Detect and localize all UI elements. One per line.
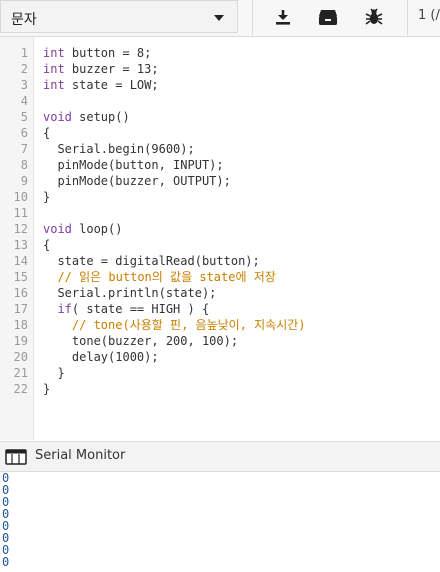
code-line[interactable]: {: [43, 237, 50, 253]
chevron-down-icon: [214, 15, 224, 21]
serial-monitor-icon: [5, 449, 27, 465]
download-icon: [276, 10, 290, 25]
line-number: 2: [20, 62, 28, 76]
line-number: 20: [13, 350, 28, 364]
code-line[interactable]: }: [43, 381, 50, 397]
line-number: 15: [13, 270, 28, 284]
line-number: 22: [13, 382, 28, 396]
line-number: 6: [20, 126, 28, 140]
serial-monitor-title: Serial Monitor: [35, 448, 126, 463]
line-number: 5: [20, 110, 28, 124]
line-number: 9: [20, 174, 28, 188]
serial-output[interactable]: 0 0 0 0 0 0 0 0: [0, 472, 440, 572]
code-line[interactable]: int buzzer = 13;: [43, 61, 159, 77]
code-line[interactable]: pinMode(buzzer, OUTPUT);: [43, 173, 230, 189]
line-number: 1: [20, 46, 28, 60]
code-line[interactable]: pinMode(button, INPUT);: [43, 157, 223, 173]
line-number: 11: [13, 206, 28, 220]
line-number-gutter: 1 2 3 4 5 6 7 8 9 10 11 12 13 14 15 16 1…: [0, 37, 34, 440]
download-button[interactable]: [265, 2, 301, 32]
editor-tab[interactable]: 1 (/: [418, 8, 440, 23]
archive-icon: [319, 10, 337, 25]
code-line[interactable]: // 읽은 button의 값을 state에 저장: [43, 269, 276, 285]
code-line[interactable]: }: [43, 189, 50, 205]
line-number: 10: [13, 190, 28, 204]
code-line[interactable]: if( state == HIGH ) {: [43, 301, 209, 317]
bug-icon: [365, 8, 383, 25]
mode-dropdown[interactable]: 문자: [0, 0, 238, 33]
code-line[interactable]: int button = 8;: [43, 45, 151, 61]
code-line[interactable]: int state = LOW;: [43, 77, 159, 93]
line-number: 17: [13, 302, 28, 316]
code-line[interactable]: state = digitalRead(button);: [43, 253, 259, 269]
code-comment: // 읽은 button의 값을 state에 저장: [57, 270, 276, 284]
code-line[interactable]: {: [43, 125, 50, 141]
code-line[interactable]: tone(buzzer, 200, 100);: [43, 333, 238, 349]
code-keyword: void: [43, 222, 72, 236]
code-line[interactable]: void setup(): [43, 109, 130, 125]
code-line[interactable]: void loop(): [43, 221, 122, 237]
line-number: 3: [20, 78, 28, 92]
line-number: 16: [13, 286, 28, 300]
line-number: 14: [13, 254, 28, 268]
toolbar: 문자 1 (/: [0, 0, 440, 37]
code-line[interactable]: Serial.begin(9600);: [43, 141, 194, 157]
debug-button[interactable]: [356, 2, 392, 32]
line-number: 18: [13, 318, 28, 332]
code-keyword: int: [43, 62, 65, 76]
code-line[interactable]: Serial.println(state);: [43, 285, 216, 301]
code-keyword: void: [43, 110, 72, 124]
code-keyword: int: [43, 46, 65, 60]
code-keyword: int: [43, 78, 65, 92]
code-line[interactable]: }: [43, 365, 64, 381]
code-line[interactable]: delay(1000);: [43, 349, 159, 365]
toolbar-divider: [407, 0, 408, 35]
code-editor[interactable]: 1 2 3 4 5 6 7 8 9 10 11 12 13 14 15 16 1…: [0, 37, 440, 440]
archive-button[interactable]: [310, 2, 346, 32]
line-number: 13: [13, 238, 28, 252]
serial-output-line: 0: [2, 555, 10, 569]
code-keyword: if: [57, 302, 72, 316]
line-number: 4: [20, 94, 28, 108]
line-number: 7: [20, 142, 28, 156]
serial-monitor-header[interactable]: Serial Monitor: [0, 441, 440, 472]
line-number: 12: [13, 222, 28, 236]
mode-dropdown-value: 문자: [11, 12, 37, 28]
line-number: 19: [13, 334, 28, 348]
toolbar-divider: [252, 0, 253, 35]
line-number: 21: [13, 366, 28, 380]
code-line[interactable]: // tone(사용할 핀, 음높낮이, 지속시간): [43, 317, 306, 333]
code-comment: // tone(사용할 핀, 음높낮이, 지속시간): [71, 318, 306, 332]
line-number: 8: [20, 158, 28, 172]
